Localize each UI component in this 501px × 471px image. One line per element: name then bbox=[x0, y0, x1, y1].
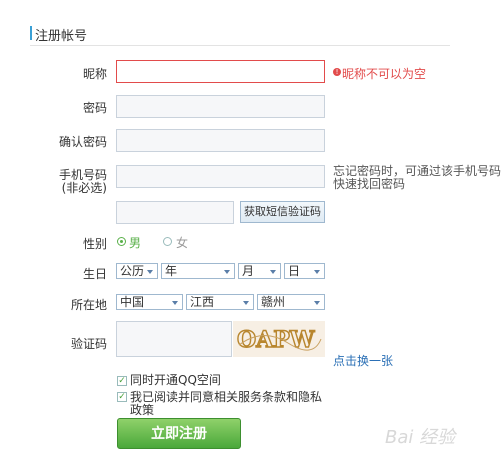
register-submit-button[interactable]: 立即注册 bbox=[117, 418, 241, 449]
password-label: 密码 bbox=[82, 101, 107, 115]
chevron-down-icon bbox=[147, 270, 153, 274]
phone-input[interactable] bbox=[116, 165, 325, 188]
chevron-down-icon bbox=[270, 270, 276, 274]
gender-male-label: 男 bbox=[129, 236, 142, 250]
phone-label: 手机号码 (非必选) bbox=[27, 169, 107, 195]
section-title: 注册帐号 bbox=[35, 29, 88, 44]
terms-checkbox-label: 我已阅读并同意相关服务条款和隐私政策 bbox=[130, 390, 323, 417]
province-value: 江西 bbox=[190, 295, 215, 309]
birth-year-select[interactable]: 年 bbox=[161, 263, 235, 279]
nickname-input[interactable] bbox=[116, 60, 325, 83]
nickname-error-text: 昵称不可以为空 bbox=[342, 67, 427, 81]
captcha-text: OAPW bbox=[237, 327, 315, 353]
confirm-password-label: 确认密码 bbox=[58, 135, 107, 149]
qzone-checkbox-label: 同时开通QQ空间 bbox=[130, 373, 221, 387]
error-icon: ! bbox=[333, 68, 341, 76]
calendar-type-select[interactable]: 公历 bbox=[116, 263, 158, 279]
gender-male-radio[interactable] bbox=[117, 237, 126, 246]
get-sms-code-button[interactable]: 获取短信验证码 bbox=[240, 201, 325, 223]
city-value: 赣州 bbox=[261, 295, 286, 309]
section-accent-bar bbox=[30, 26, 32, 40]
confirm-password-input[interactable] bbox=[116, 129, 325, 152]
province-select[interactable]: 江西 bbox=[186, 294, 254, 310]
location-label: 所在地 bbox=[70, 298, 107, 312]
city-select[interactable]: 赣州 bbox=[257, 294, 325, 310]
calendar-type-value: 公历 bbox=[120, 264, 145, 278]
country-value: 中国 bbox=[120, 295, 145, 309]
chevron-down-icon bbox=[224, 270, 230, 274]
gender-female-label: 女 bbox=[176, 236, 189, 250]
captcha-image[interactable]: OAPW bbox=[233, 321, 325, 357]
chevron-down-icon bbox=[243, 301, 249, 305]
sms-code-input[interactable] bbox=[116, 201, 234, 224]
gender-female-radio[interactable] bbox=[163, 237, 172, 246]
terms-checkbox[interactable]: ✓ bbox=[117, 392, 127, 402]
birth-year-value: 年 bbox=[165, 264, 178, 278]
birthday-label: 生日 bbox=[82, 267, 107, 281]
section-divider bbox=[30, 45, 450, 46]
birth-month-select[interactable]: 月 bbox=[238, 263, 281, 279]
birth-month-value: 月 bbox=[242, 264, 255, 278]
qzone-checkbox[interactable]: ✓ bbox=[117, 376, 127, 386]
chevron-down-icon bbox=[314, 301, 320, 305]
country-select[interactable]: 中国 bbox=[116, 294, 183, 310]
captcha-label: 验证码 bbox=[70, 337, 107, 351]
phone-hint: 忘记密码时，可通过该手机号码快速找回密码 bbox=[333, 164, 501, 191]
captcha-graphic: OAPW bbox=[236, 326, 322, 354]
password-input[interactable] bbox=[116, 95, 325, 118]
birth-day-select[interactable]: 日 bbox=[284, 263, 325, 279]
captcha-input[interactable] bbox=[116, 321, 232, 357]
baidu-watermark-logo: Bai 经验 bbox=[385, 427, 456, 448]
gender-label: 性别 bbox=[82, 237, 107, 251]
chevron-down-icon bbox=[172, 301, 178, 305]
chevron-down-icon bbox=[314, 270, 320, 274]
nickname-label: 昵称 bbox=[82, 67, 107, 81]
birth-day-value: 日 bbox=[288, 264, 301, 278]
refresh-captcha-link[interactable]: 点击换一张 bbox=[333, 352, 393, 369]
phone-label-optional: (非必选) bbox=[61, 181, 107, 195]
